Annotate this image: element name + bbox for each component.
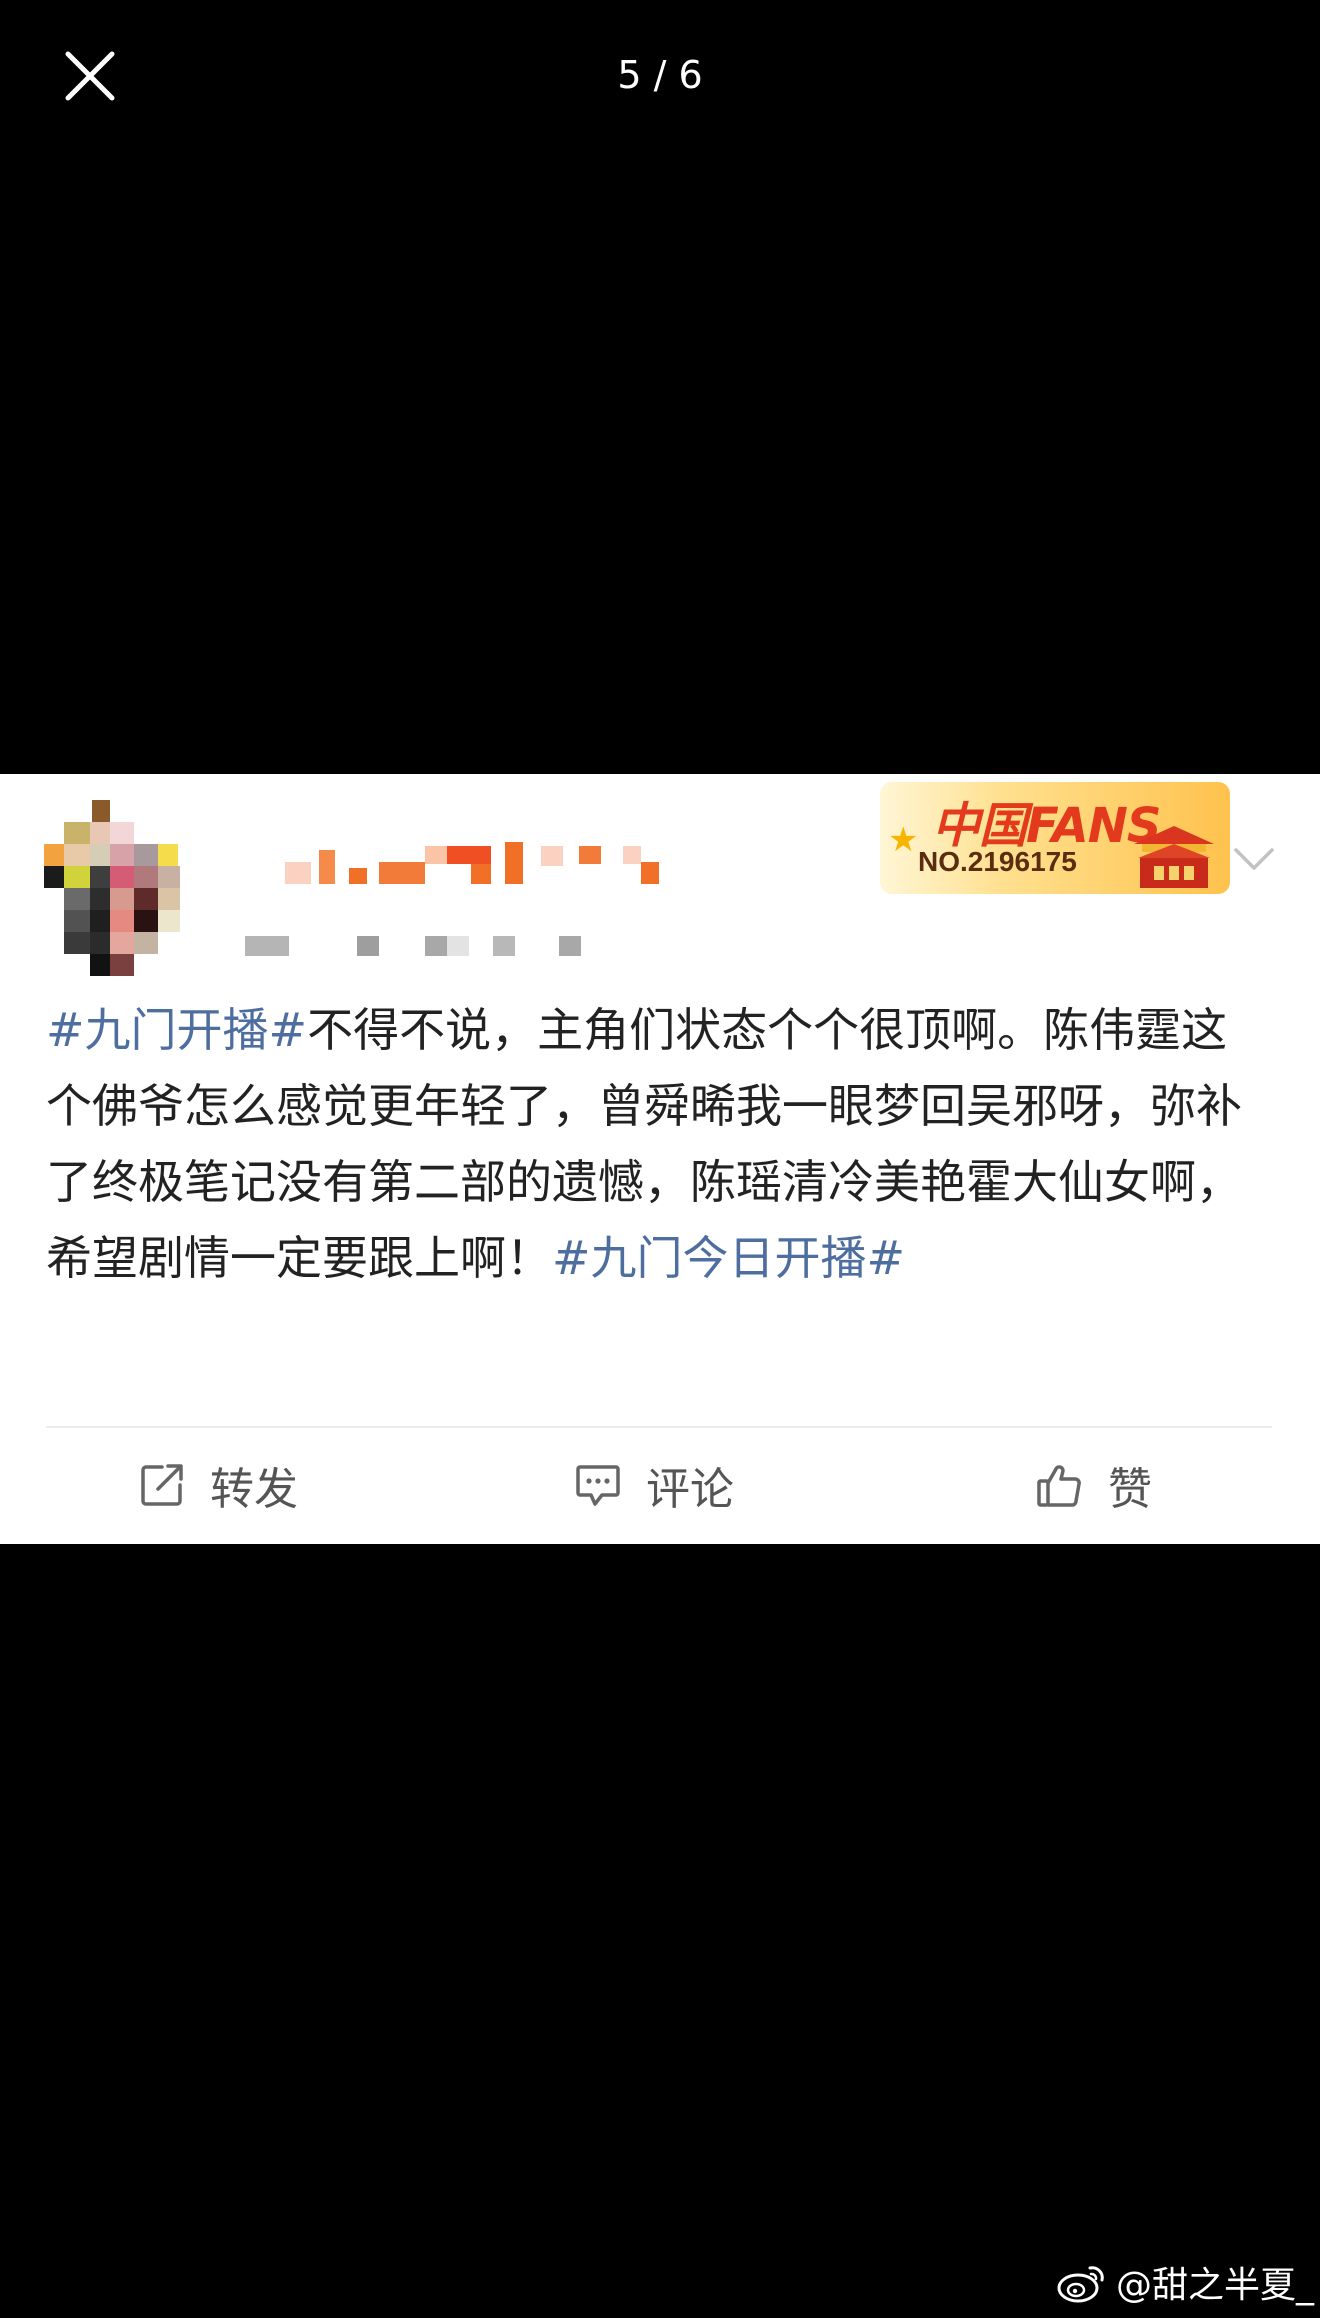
hashtag-link[interactable]: #九门今日开播# — [552, 1231, 905, 1285]
chevron-down-icon — [1234, 848, 1274, 870]
star-icon: ★ — [888, 820, 919, 860]
post-meta-pixelated — [245, 932, 595, 960]
hashtag-link[interactable]: #九门开播# — [46, 1003, 307, 1057]
comment-button[interactable]: 评论 — [572, 1438, 734, 1532]
more-options-button[interactable] — [1230, 840, 1278, 880]
comment-label: 评论 — [646, 1464, 734, 1515]
repost-label: 转发 — [210, 1464, 298, 1515]
watermark-text: @甜之半夏_ — [1115, 2265, 1314, 2306]
comment-icon — [576, 1465, 620, 1506]
post-screenshot-card: ★ 中国FANS NO.2196175 #九门开播#不得不说，主角们状态个个很顶… — [0, 774, 1320, 1544]
username-pixelated[interactable] — [285, 840, 705, 900]
china-fans-badge[interactable]: ★ 中国FANS NO.2196175 — [880, 782, 1230, 894]
weibo-watermark: @甜之半夏_ — [1056, 2256, 1314, 2308]
repost-icon — [141, 1464, 183, 1506]
fans-badge-number: NO.2196175 — [918, 846, 1077, 877]
pixelated-avatar — [44, 800, 180, 976]
image-counter: 5 / 6 — [617, 53, 703, 97]
tiananmen-icon — [1134, 826, 1214, 888]
avatar — [44, 800, 204, 980]
repost-button[interactable]: 转发 — [136, 1438, 298, 1532]
post-body: #九门开播#不得不说，主角们状态个个很顶啊。陈伟霆这个佛爷怎么感觉更年轻了，曾舜… — [46, 992, 1272, 1296]
like-label: 赞 — [1108, 1464, 1152, 1515]
thumbs-up-icon — [1037, 1465, 1081, 1507]
like-button[interactable]: 赞 — [1034, 1438, 1152, 1532]
weibo-logo-icon — [1057, 2266, 1104, 2303]
divider — [46, 1426, 1272, 1428]
